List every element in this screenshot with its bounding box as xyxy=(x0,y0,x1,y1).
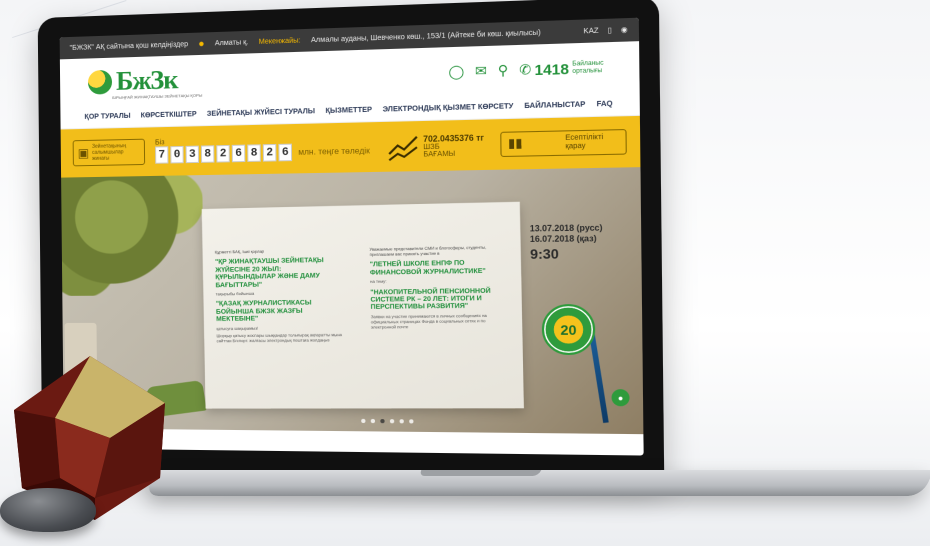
kz-headline-2: "ҚАЗАҚ ЖУРНАЛИСТИКАСЫ БОЙЫНША БЖЗК ЖАЗҒЫ… xyxy=(215,299,312,324)
eye-icon[interactable]: ◉ xyxy=(621,26,628,35)
counter-digit: 8 xyxy=(200,145,215,163)
slider-dot[interactable] xyxy=(389,419,395,424)
language-selector[interactable]: KAZ xyxy=(583,27,598,35)
kz-footer: Шорқыр қатысу жоспары шыққандар толығыра… xyxy=(216,331,342,344)
counter-digit: 6 xyxy=(278,143,293,162)
nav-item-indicators[interactable]: КӨРСЕТКІШТЕР xyxy=(141,111,197,119)
nav-item-services[interactable]: ҚЫЗМЕТТЕР xyxy=(326,107,373,115)
slider-dot[interactable] xyxy=(399,419,404,424)
counter-digit: 6 xyxy=(231,144,246,163)
location-pin-icon: ● xyxy=(198,38,205,50)
ru-headline-1: "ЛЕТНЕЙ ШКОЛЕ ЕНПФ ПО ФИНАНСОВОЙ ЖУРНАЛИ… xyxy=(369,259,486,277)
event-date-2: 16.07.2018 (қаз) xyxy=(529,233,597,244)
top-bar-address: Алмалы ауданы, Шевченко көш., 153/1 (Айт… xyxy=(310,28,541,44)
top-bar-city: Алматы қ. xyxy=(214,38,249,47)
plant-decoration xyxy=(61,167,204,296)
kz-sub-2: қатысуға шақырамыз! xyxy=(216,325,259,331)
counter-digit: 7 xyxy=(155,146,169,164)
logo-mark-icon xyxy=(87,69,113,95)
savings-box[interactable]: ▣ Зейнетақының салымшылар жинағы xyxy=(72,138,146,167)
announcement-paper: Құрметті БАҚ, Ішкі қорлар "ҚР ЖИНАҚТАУШЫ… xyxy=(201,201,524,409)
nav-item-faq[interactable]: FAQ xyxy=(596,101,612,109)
payout-counter: Біз 7 0 3 8 2 6 8 2 6 млн. теңге төледік xyxy=(155,135,370,164)
ru-footer: Заявки на участие принимаются в личных с… xyxy=(370,312,487,330)
slider-dot-active[interactable] xyxy=(380,419,385,424)
computer-mouse-decoration xyxy=(0,488,96,532)
safe-icon: ▣ xyxy=(77,145,90,161)
nav-item-contacts[interactable]: БАЙЛАНЫСТАР xyxy=(524,101,585,110)
top-bar-org-text: "БЖЗК" АҚ сайтына қош келдіңіздер xyxy=(69,40,189,52)
ru-intro: Уважаемые представители СМИ и блогосферы… xyxy=(369,244,487,258)
mail-icon[interactable]: ✉ xyxy=(475,63,487,80)
scene: "БЖЗК" АҚ сайтына қош келдіңіздер ● Алма… xyxy=(0,0,930,546)
search-icon[interactable]: ⚲ xyxy=(498,62,509,79)
counter-digit: 0 xyxy=(170,145,184,164)
counter-digit: 2 xyxy=(216,144,230,163)
ru-headline-2: "НАКОПИТЕЛЬНОЙ ПЕНСИОННОЙ СИСТЕМЕ РК – 2… xyxy=(370,286,491,312)
laptop-notch xyxy=(418,470,542,476)
phone-subtitle: Байланыс орталығы xyxy=(572,60,604,76)
mobile-icon[interactable]: ▯ xyxy=(608,26,612,35)
counter-digit: 8 xyxy=(247,144,261,162)
slider-dot[interactable] xyxy=(409,419,414,424)
counter-digits: 7 0 3 8 2 6 8 2 6 млн. теңге төледік xyxy=(155,142,370,164)
view-reports-label: Есептілікті қарау xyxy=(565,134,604,151)
phone-number: 1418 xyxy=(534,60,570,79)
event-date-1: 13.07.2018 (русс) xyxy=(529,223,603,234)
counter-digit: 2 xyxy=(262,143,277,162)
event-time: 9:30 xyxy=(529,246,559,263)
counter-unit: млн. теңге төледік xyxy=(298,146,370,157)
slider-dot[interactable] xyxy=(361,418,366,424)
logo-text: БжЗк xyxy=(115,64,178,96)
trend-chart-icon xyxy=(387,130,419,162)
nav-item-e-services[interactable]: ЭЛЕКТРОНДЫҚ ҚЫЗМЕТ КӨРСЕТУ xyxy=(383,103,514,114)
kz-headline-1: "ҚР ЖИНАҚТАУШЫ ЗЕЙНЕТАҚЫ ЖҮЙЕСІНЕ 20 ЖЫЛ… xyxy=(214,256,324,289)
bar-chart-icon: ▮▮ xyxy=(507,135,523,152)
slider-dot[interactable] xyxy=(370,418,376,424)
counter-digit: 3 xyxy=(185,145,200,164)
top-bar-right: KAZ ▯ ◉ xyxy=(583,26,627,36)
phone-icon: ✆ xyxy=(519,61,532,78)
logo-subtitle: БІРЫҢҒАЙ ЖИНАҚТАУШЫ ЗЕЙНЕТАҚЫ ҚОРЫ xyxy=(112,92,203,101)
unit-rate[interactable]: 702.0435376 тг ШЗБ БАҒАМЫ xyxy=(387,129,485,162)
savings-box-label: Зейнетақының салымшылар жинағы xyxy=(91,143,127,162)
event-info: 13.07.2018 (русс) 16.07.2018 (қаз) 9:30 xyxy=(530,223,603,262)
rate-value: 702.0435376 тг xyxy=(423,132,485,144)
rate-label-2: БАҒАМЫ xyxy=(423,150,456,159)
header-icons: ◯ ✉ ⚲ ✆ 1418 Байланыс орталығы xyxy=(448,59,608,80)
top-bar-address-label: Мекенжайы: xyxy=(258,36,301,46)
ru-sub-1: на тему: xyxy=(370,278,387,285)
anniversary-badge: 20 xyxy=(541,304,596,356)
view-reports-button[interactable]: ▮▮ Есептілікті қарау xyxy=(500,129,627,157)
nav-item-pension-system[interactable]: ЗЕЙНЕТАҚЫ ЖҮЙЕСІ ТУРАЛЫ xyxy=(207,108,315,118)
kz-intro: Құрметті БАҚ, Ішкі қорлар xyxy=(214,248,265,255)
slider-dots xyxy=(361,418,414,424)
announcement-russian: Уважаемые представители СМИ и блогосферы… xyxy=(369,244,502,330)
nav-item-about[interactable]: ҚОР ТУРАЛЫ xyxy=(84,113,130,121)
announcement-kazakh: Құрметті БАҚ, Ішкі қорлар "ҚР ЖИНАҚТАУШЫ… xyxy=(214,247,344,344)
kz-sub-1: тақырыбы бойынша xyxy=(215,290,255,297)
user-icon[interactable]: ◯ xyxy=(448,63,464,80)
chat-icon[interactable]: ● xyxy=(611,389,630,407)
phone-contact[interactable]: ✆ 1418 Байланыс орталығы xyxy=(519,59,608,78)
